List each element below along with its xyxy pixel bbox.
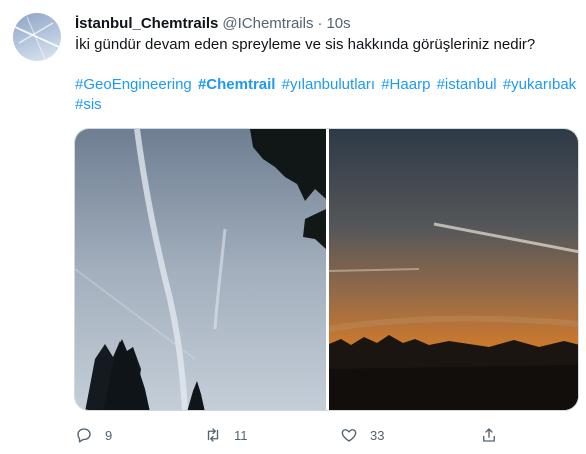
tweet-timestamp[interactable]: 10s bbox=[326, 15, 350, 32]
photo-sunset-contrails[interactable] bbox=[328, 129, 578, 410]
hashtag-chemtrail[interactable]: #Chemtrail bbox=[198, 76, 276, 93]
user-handle[interactable]: @IChemtrails bbox=[222, 15, 313, 32]
tweet-actions: 9 11 33 bbox=[0, 420, 586, 450]
hashtag-geoengineering[interactable]: #GeoEngineering bbox=[75, 76, 192, 93]
retweet-button[interactable]: 11 bbox=[204, 420, 248, 450]
tweet[interactable]: İstanbul_Chemtrails @IChemtrails · 10s İ… bbox=[0, 0, 586, 454]
display-name[interactable]: İstanbul_Chemtrails bbox=[75, 15, 218, 32]
photo-sky-contrails[interactable] bbox=[75, 129, 326, 410]
hashtag-yukaribak[interactable]: #yukarıbak bbox=[503, 76, 576, 93]
media-grid bbox=[74, 128, 579, 411]
hashtag-yilanbulutlari[interactable]: #yılanbulutları bbox=[282, 76, 375, 93]
avatar[interactable] bbox=[13, 13, 61, 61]
tweet-text: İki gündür devam eden spreyleme ve sis h… bbox=[75, 36, 536, 53]
hashtag-sis[interactable]: #sis bbox=[75, 96, 102, 113]
like-button[interactable]: 33 bbox=[340, 420, 384, 450]
reply-count: 9 bbox=[105, 427, 113, 443]
reply-icon bbox=[77, 428, 91, 443]
separator-dot: · bbox=[317, 14, 323, 32]
retweet-count: 11 bbox=[234, 427, 248, 443]
tweet-header: İstanbul_Chemtrails @IChemtrails · 10s bbox=[75, 13, 351, 33]
share-icon bbox=[483, 428, 495, 442]
reply-button[interactable]: 9 bbox=[75, 420, 112, 450]
like-icon bbox=[341, 429, 357, 442]
avatar-image bbox=[14, 16, 60, 60]
hashtag-haarp[interactable]: #Haarp bbox=[381, 76, 430, 93]
like-count: 33 bbox=[370, 427, 385, 443]
hashtag-istanbul[interactable]: #istanbul bbox=[437, 76, 497, 93]
retweet-icon bbox=[207, 428, 219, 442]
share-button[interactable] bbox=[480, 420, 498, 450]
hashtag-list: #GeoEngineering #Chemtrail #yılanbulutla… bbox=[75, 75, 580, 115]
